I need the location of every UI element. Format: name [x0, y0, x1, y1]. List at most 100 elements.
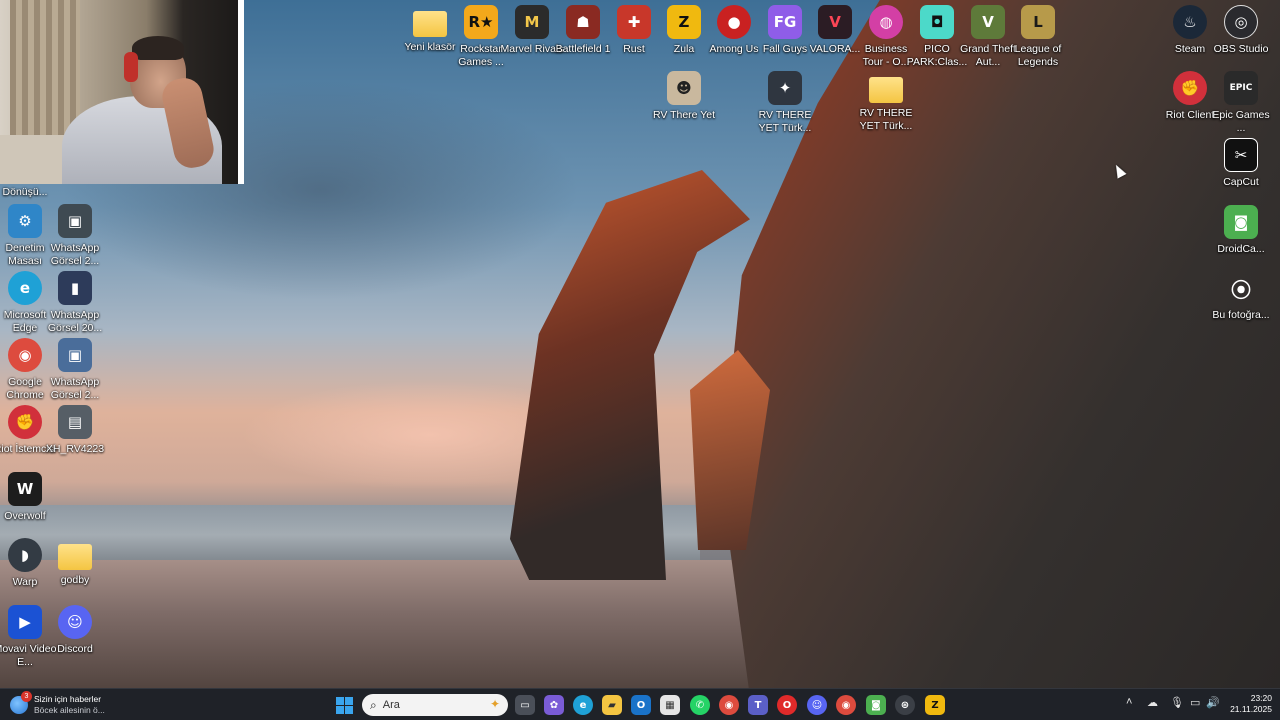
display-icon[interactable]: ▭ — [1190, 696, 1200, 709]
desktop-icon-label: CapCut — [1223, 176, 1259, 188]
search-box[interactable]: ⌕ Ara ✦ — [362, 694, 508, 716]
desktop-icon-label: RV There Yet — [652, 109, 716, 121]
rv-there-yet-icon: ☻ — [667, 71, 701, 105]
taskbar-copilot-icon[interactable]: ✿ — [544, 695, 564, 715]
desktop-icon-rv-there-yet-turk[interactable]: ✦ RV THERE YET Türk... — [753, 71, 817, 135]
rockstar-icon: R★ — [464, 5, 498, 39]
video-file-icon: ▤ — [58, 405, 92, 439]
search-icon: ⌕ — [370, 697, 377, 712]
desktop-icon-label: WhatsApp Görsel 2... — [50, 242, 100, 267]
folder-icon — [58, 544, 92, 570]
desktop-icon-label: godby — [60, 574, 90, 586]
desktop-icon-label: DroidCa... — [1217, 243, 1265, 255]
desktop-icon-whatsapp-image[interactable]: ▣ WhatsApp Görsel 2... — [43, 204, 107, 268]
among-us-icon: ● — [717, 5, 751, 39]
chrome-icon: ◉ — [8, 338, 42, 372]
desktop-icon-capcut[interactable]: ✂ CapCut — [1209, 138, 1273, 189]
capcut-icon: ✂ — [1224, 138, 1258, 172]
steam-icon: ♨ — [1173, 5, 1207, 39]
taskbar-store-icon[interactable]: ▦ — [660, 695, 680, 715]
overwolf-icon: W — [8, 472, 42, 506]
desktop-icon-label: WhatsApp Görsel 2... — [50, 376, 100, 401]
desktop-icon-recycle[interactable]: Dönüşü... — [0, 150, 57, 199]
image-file-icon: ▣ — [58, 204, 92, 238]
desktop-icon-overwolf[interactable]: W Overwolf — [0, 472, 57, 523]
desktop-icon-xh[interactable]: ▤ XH_RV4223 — [43, 405, 107, 456]
rv-there-yet-turk-icon: ✦ — [768, 71, 802, 105]
business-tour-icon: ◍ — [869, 5, 903, 39]
desktop-icon-whatsapp-image[interactable]: ▮ WhatsApp Görsel 20... — [43, 271, 107, 335]
riot-icon: ✊ — [8, 405, 42, 439]
rust-icon: ✚ — [617, 5, 651, 39]
taskbar-chrome-profile-icon[interactable]: ◉ — [836, 695, 856, 715]
taskbar-edge-icon[interactable]: e — [573, 695, 593, 715]
microphone-icon[interactable]: 🎙 — [1170, 696, 1184, 709]
taskbar-outlook-icon[interactable]: O — [631, 695, 651, 715]
taskbar: 3 Sizin için haberler Böcek ailesinin ö.… — [0, 688, 1280, 720]
desktop-icon-label: Overwolf — [4, 510, 46, 522]
news-title: Sizin için haberler — [34, 694, 102, 704]
taskbar-opera-icon[interactable]: O — [777, 695, 797, 715]
news-subtitle: Böcek ailesinin ö... — [34, 705, 105, 715]
folder-icon — [413, 11, 447, 37]
zula-icon: Z — [667, 5, 701, 39]
desktop-icon-droidcam[interactable]: ◙ DroidCa... — [1209, 205, 1273, 256]
image-file-icon: ▣ — [58, 338, 92, 372]
pico-park-icon: ◘ — [920, 5, 954, 39]
desktop-icon-godby-folder[interactable]: godby — [43, 538, 107, 587]
valorant-icon: V — [818, 5, 852, 39]
league-icon: L — [1021, 5, 1055, 39]
volume-icon[interactable]: 🔊 — [1206, 696, 1220, 709]
taskbar-file-explorer-icon[interactable]: ▰ — [602, 695, 622, 715]
droidcam-icon: ◙ — [1224, 205, 1258, 239]
taskbar-teams-icon[interactable]: T — [748, 695, 768, 715]
desktop-icon-label: League of Legends — [1014, 43, 1062, 68]
desktop-icon-label: WhatsApp Görsel 20... — [47, 309, 103, 334]
camera-icon: ⦿ — [1231, 277, 1251, 302]
taskbar-whatsapp-icon[interactable]: ✆ — [690, 695, 710, 715]
sparkle-icon: ✦ — [489, 697, 500, 711]
taskbar-chrome-icon[interactable]: ◉ — [719, 695, 739, 715]
movavi-icon: ▶ — [8, 605, 42, 639]
desktop-icon-epic[interactable]: EPIC Epic Games ... — [1209, 71, 1273, 135]
discord-icon: ☺ — [58, 605, 92, 639]
desktop-icon-obs[interactable]: ◎ OBS Studio — [1209, 5, 1273, 56]
image-file-icon: ▮ — [58, 271, 92, 305]
desktop-icon-bu-fotograf[interactable]: ⦿ Bu fotoğra... — [1209, 271, 1273, 322]
taskbar-discord-icon[interactable]: ☺ — [807, 695, 827, 715]
epic-games-icon: EPIC — [1224, 71, 1258, 105]
gta-icon: V — [971, 5, 1005, 39]
edge-icon: e — [8, 271, 42, 305]
cloud-icon[interactable]: ☁ — [1147, 696, 1158, 709]
warp-icon: ◗ — [8, 538, 42, 572]
desktop-icon-rv-there-yet-turk-folder[interactable]: RV THERE YET Türk... — [854, 71, 918, 133]
control-panel-icon: ⚙ — [8, 204, 42, 238]
notification-badge: 3 — [21, 691, 32, 702]
folder-icon — [869, 77, 903, 103]
weather-icon: 3 — [10, 691, 32, 714]
taskbar-android-icon[interactable]: ◙ — [866, 695, 886, 715]
clock-time: 23:20 — [1250, 693, 1272, 703]
chevron-up-icon[interactable]: ˄ — [1126, 696, 1132, 708]
desktop-icon-league[interactable]: L League of Legends — [1006, 5, 1070, 69]
start-button[interactable] — [336, 697, 353, 714]
desktop-icon-rv-there-yet[interactable]: ☻ RV There Yet — [652, 71, 716, 122]
news-widget[interactable]: 3 Sizin için haberler Böcek ailesinin ö.… — [10, 691, 140, 718]
desktop-icon-whatsapp-image[interactable]: ▣ WhatsApp Görsel 2... — [43, 338, 107, 402]
desktop-icon-label: XH_RV4223 — [45, 443, 105, 455]
taskbar-task-view-icon[interactable]: ▭ — [515, 695, 535, 715]
desktop-icon-label: Bu fotoğra... — [1212, 309, 1270, 321]
taskbar-zula-icon[interactable]: Z — [925, 695, 945, 715]
marvel-rivals-icon: M — [515, 5, 549, 39]
desktop-icon-label: OBS Studio — [1213, 43, 1269, 55]
desktop-icon-label: Discord — [57, 643, 93, 655]
obs-icon: ◎ — [1224, 5, 1258, 39]
desktop-icon-label: RV THERE YET Türk... — [758, 109, 812, 134]
clock-date: 21.11.2025 — [1230, 704, 1272, 714]
clock[interactable]: 23:20 21.11.2025 — [1222, 693, 1272, 715]
desktop-icon-discord[interactable]: ☺ Discord — [43, 605, 107, 656]
fall-guys-icon: FG — [768, 5, 802, 39]
desktop-icon-label: Epic Games ... — [1212, 109, 1270, 134]
taskbar-riot-icon[interactable]: ⊛ — [895, 695, 915, 715]
search-placeholder: Ara — [382, 699, 400, 711]
